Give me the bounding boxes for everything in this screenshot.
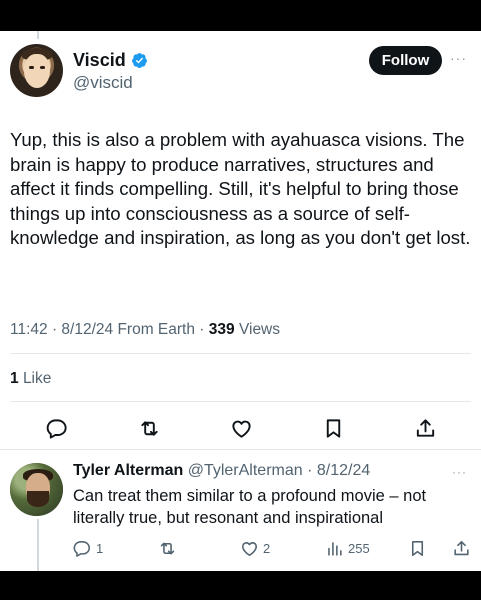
like-button[interactable] <box>228 415 254 441</box>
reply-like-count: 2 <box>263 541 271 556</box>
reply-header: Tyler Alterman @TylerAlterman · 8/12/24 <box>73 462 371 479</box>
share-icon <box>416 418 434 437</box>
reply-views-button[interactable]: 255 <box>325 539 370 558</box>
reply-more-options-icon[interactable]: ··· <box>452 465 467 479</box>
tweet-time[interactable]: 11:42 <box>10 321 48 338</box>
reply-retweet-button[interactable] <box>158 539 181 558</box>
reply-reply-count: 1 <box>96 541 104 556</box>
reply-reply-button[interactable]: 1 <box>73 539 103 558</box>
retweet-button[interactable] <box>136 415 162 441</box>
reply-share-button[interactable] <box>452 539 471 558</box>
tweet-detail-card: Viscid @viscid Follow ··· Yup, this is a… <box>0 31 481 571</box>
reply-like-button[interactable]: 2 <box>240 539 270 558</box>
share-icon <box>454 540 469 556</box>
author-name-text[interactable]: Viscid <box>73 50 126 71</box>
likes-summary[interactable]: 1 Like <box>10 370 51 388</box>
verified-badge-icon <box>131 53 147 69</box>
top-black-bar <box>0 0 481 31</box>
divider <box>10 353 471 354</box>
author-name[interactable]: Viscid <box>73 50 148 71</box>
author-avatar[interactable] <box>10 44 63 97</box>
bottom-black-bar <box>0 571 481 600</box>
share-button[interactable] <box>412 415 438 441</box>
reply-author-avatar[interactable] <box>10 463 63 516</box>
divider <box>10 401 471 402</box>
tweet-text: Yup, this is also a problem with ayahuas… <box>10 129 471 248</box>
like-icon <box>241 542 258 557</box>
more-options-icon[interactable]: ··· <box>450 50 467 66</box>
thread-line <box>37 31 39 39</box>
reply-bookmark-button[interactable] <box>408 539 427 558</box>
reply-icon <box>73 540 91 557</box>
reply-author-handle[interactable]: @TylerAlterman <box>188 462 303 479</box>
views-chart-icon <box>328 542 342 556</box>
likes-count: 1 <box>10 370 19 387</box>
tweet-source: From Earth <box>117 321 195 338</box>
thread-line <box>37 519 39 571</box>
tweet-metadata: 11:42 · 8/12/24 From Earth · 339 Views <box>10 321 281 338</box>
reply-button[interactable] <box>44 415 70 441</box>
bookmark-button[interactable] <box>320 415 346 441</box>
retweet-icon <box>160 542 175 555</box>
likes-label: Like <box>22 370 52 387</box>
divider <box>0 449 481 450</box>
views-count: 339 <box>208 321 235 338</box>
reply-icon <box>46 418 67 439</box>
bookmark-icon <box>411 540 424 557</box>
reply-date[interactable]: 8/12/24 <box>317 462 370 479</box>
retweet-icon <box>140 420 158 436</box>
like-icon <box>231 420 251 438</box>
follow-button[interactable]: Follow <box>369 46 442 75</box>
reply-text: Can treat them similar to a profound mov… <box>73 487 427 527</box>
reply-author-name[interactable]: Tyler Alterman <box>73 462 183 479</box>
author-handle[interactable]: @viscid <box>73 73 133 93</box>
views-label: Views <box>238 321 281 338</box>
tweet-date[interactable]: 8/12/24 <box>61 321 113 338</box>
reply-views-count: 255 <box>348 541 370 556</box>
bookmark-icon <box>326 418 340 438</box>
